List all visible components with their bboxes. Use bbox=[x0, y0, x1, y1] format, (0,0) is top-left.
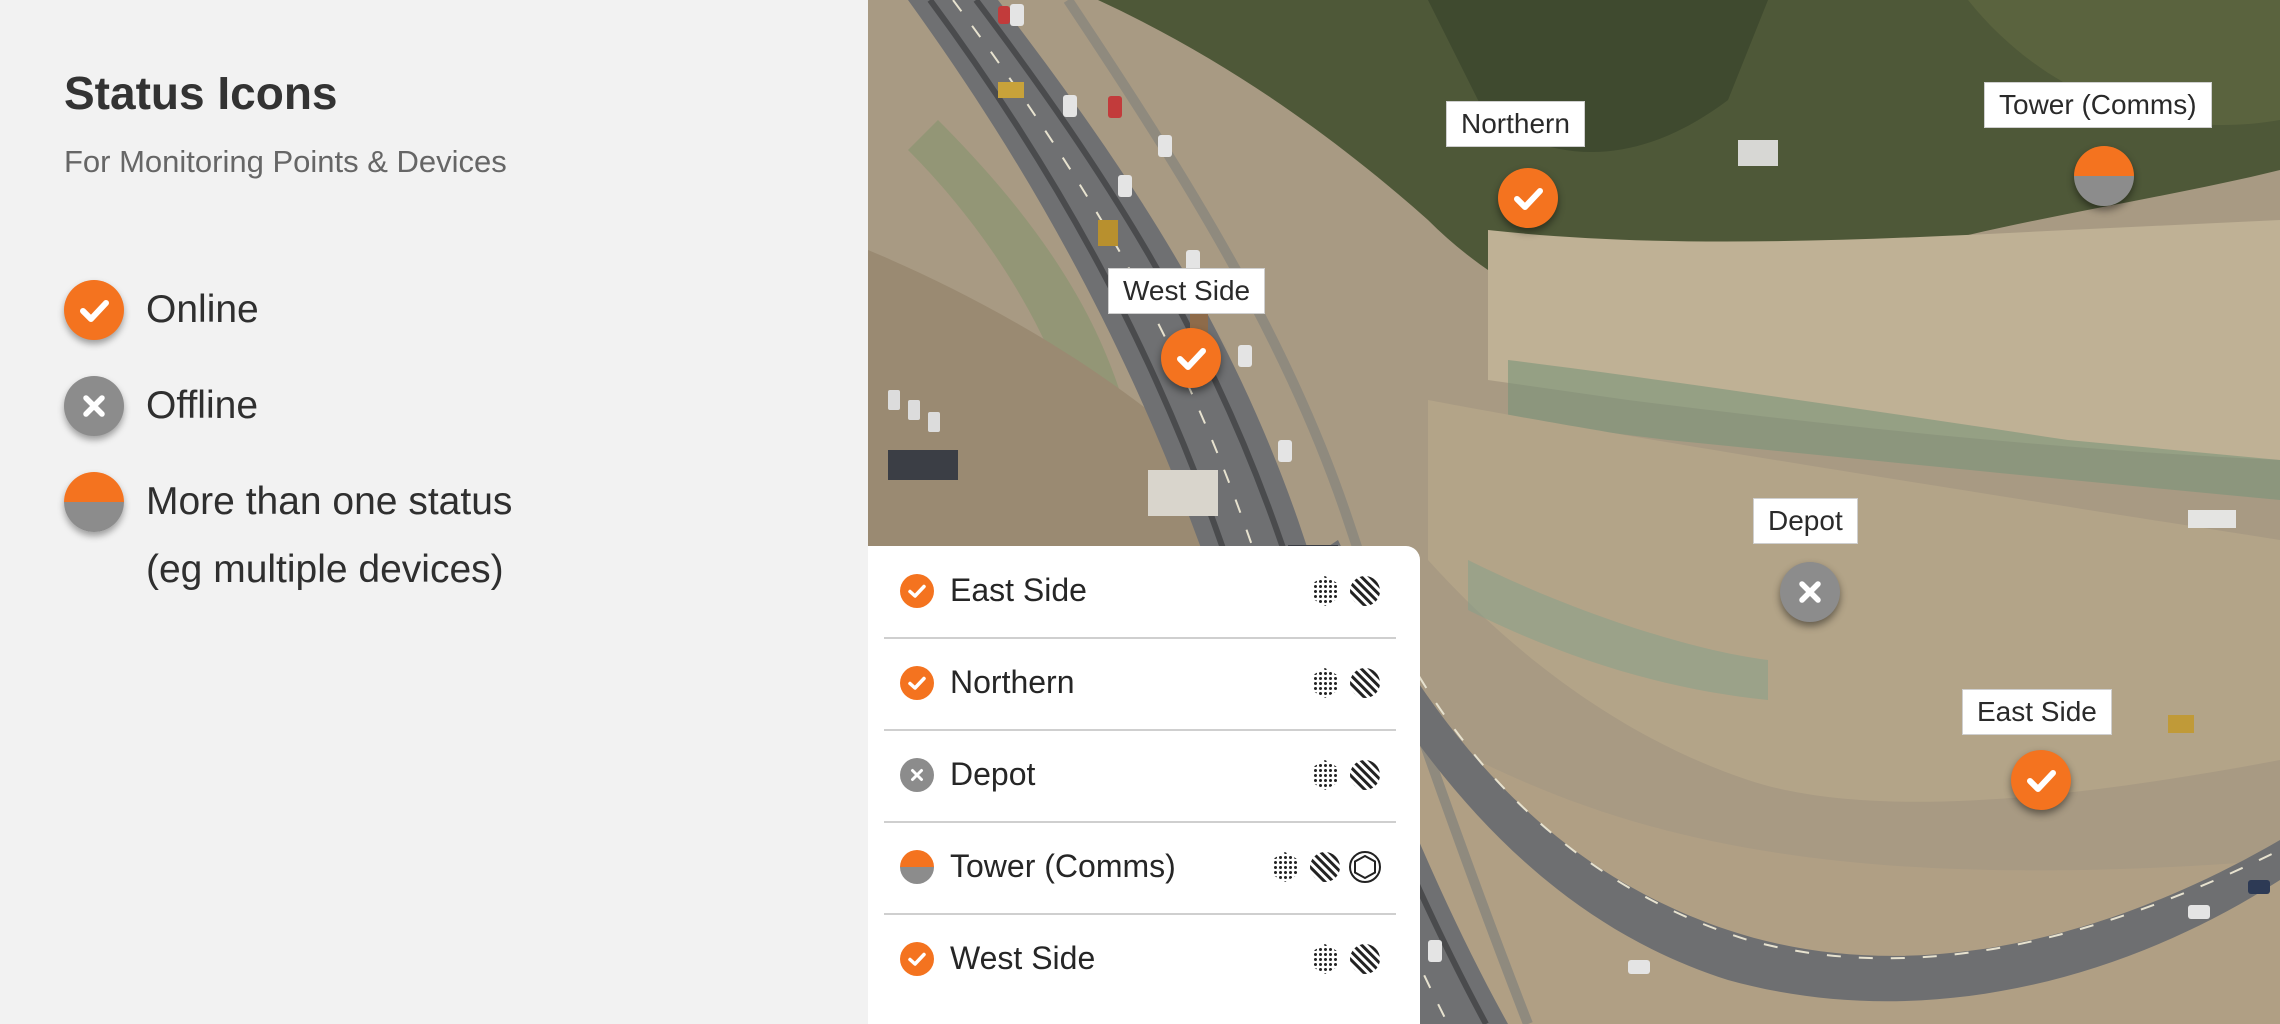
map-pin-label-northern: Northern bbox=[1446, 101, 1585, 147]
map-pin-label-west-side: West Side bbox=[1108, 268, 1266, 314]
page-subtitle: For Monitoring Points & Devices bbox=[64, 144, 507, 179]
list-row-name: West Side bbox=[950, 940, 1096, 976]
dotted-hexagon-icon bbox=[1312, 668, 1338, 698]
device-icons bbox=[1308, 666, 1382, 700]
map-pin-label-east-side: East Side bbox=[1962, 689, 2112, 735]
legend-sidebar: Status Icons For Monitoring Points & Dev… bbox=[0, 0, 868, 1024]
check-icon bbox=[900, 942, 934, 976]
list-row-west-side[interactable]: West Side bbox=[884, 914, 1396, 1005]
dotted-hexagon-icon bbox=[1312, 576, 1338, 606]
list-row-east-side[interactable]: East Side bbox=[884, 546, 1396, 639]
map-pin-west-side[interactable] bbox=[1161, 328, 1221, 388]
map-pin-label-depot: Depot bbox=[1753, 498, 1858, 544]
list-row-name: Depot bbox=[950, 756, 1036, 792]
device-icons bbox=[1308, 942, 1382, 976]
legend-item-online: Online bbox=[64, 280, 259, 340]
striped-circle-icon bbox=[1350, 944, 1380, 974]
x-icon bbox=[64, 376, 124, 436]
device-icons bbox=[1268, 850, 1382, 884]
legend-label-online: Online bbox=[146, 288, 259, 331]
x-icon bbox=[900, 758, 934, 792]
site-list-panel: East Side Northern Depot Tower (Comms) W… bbox=[868, 546, 1420, 1024]
list-row-name: Tower (Comms) bbox=[950, 848, 1176, 884]
check-icon bbox=[1514, 188, 1543, 210]
check-icon bbox=[64, 280, 124, 340]
list-row-depot[interactable]: Depot bbox=[884, 730, 1396, 823]
list-row-name: East Side bbox=[950, 572, 1087, 608]
legend-item-offline: Offline bbox=[64, 376, 258, 436]
map-pin-depot[interactable] bbox=[1780, 562, 1840, 622]
legend-item-mixed: More than one status bbox=[64, 472, 512, 532]
check-icon bbox=[900, 666, 934, 700]
striped-circle-icon bbox=[1350, 668, 1380, 698]
split-status-icon bbox=[64, 472, 124, 532]
check-icon bbox=[900, 574, 934, 608]
dotted-hexagon-icon bbox=[1312, 760, 1338, 790]
legend-label-offline: Offline bbox=[146, 384, 259, 427]
check-icon bbox=[2027, 770, 2056, 792]
map-pin-label-tower-comms: Tower (Comms) bbox=[1984, 82, 2212, 128]
map-pin-northern[interactable] bbox=[1498, 168, 1558, 228]
legend-sublabel-mixed: (eg multiple devices) bbox=[146, 548, 504, 591]
list-row-tower-comms[interactable]: Tower (Comms) bbox=[884, 822, 1396, 915]
list-row-name: Northern bbox=[950, 664, 1075, 700]
dotted-hexagon-icon bbox=[1272, 852, 1298, 882]
check-icon bbox=[1177, 348, 1206, 370]
striped-circle-icon bbox=[1350, 760, 1380, 790]
page-title: Status Icons bbox=[64, 67, 338, 119]
legend-label-mixed: More than one status bbox=[146, 480, 513, 523]
device-icons bbox=[1308, 574, 1382, 608]
map-pin-tower-comms[interactable] bbox=[2074, 146, 2134, 206]
striped-circle-icon bbox=[1310, 852, 1340, 882]
dotted-hexagon-icon bbox=[1312, 944, 1338, 974]
map-pin-east-side[interactable] bbox=[2011, 750, 2071, 810]
x-icon bbox=[1799, 581, 1821, 603]
split-status-icon bbox=[900, 850, 934, 884]
device-icons bbox=[1308, 758, 1382, 792]
striped-circle-icon bbox=[1350, 576, 1380, 606]
hexagon-outline-icon bbox=[1349, 851, 1381, 883]
list-row-northern[interactable]: Northern bbox=[884, 638, 1396, 731]
